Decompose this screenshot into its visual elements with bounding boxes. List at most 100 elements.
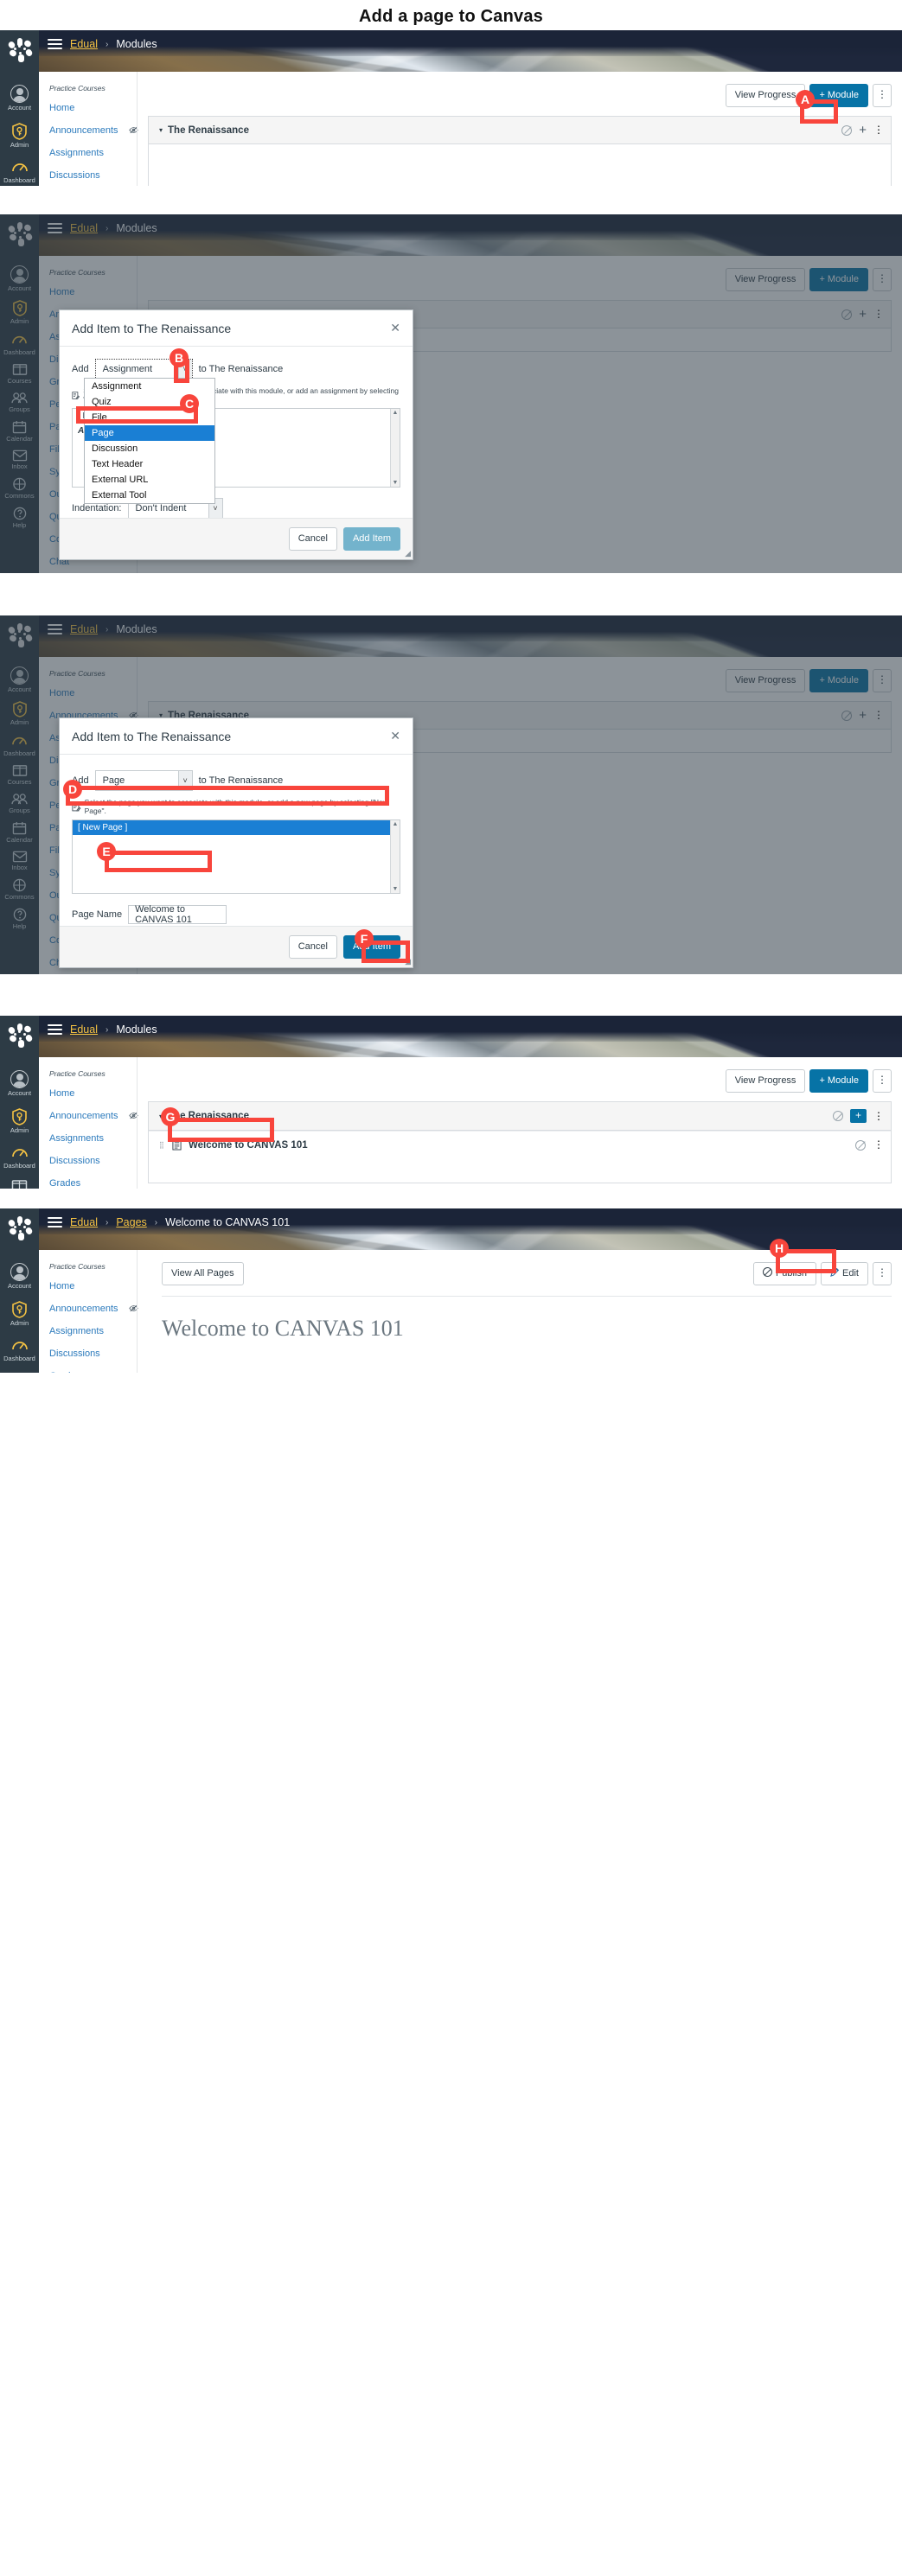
dropdown-option-external-url[interactable]: External URL <box>85 472 214 488</box>
add-module-button[interactable]: + Module <box>809 1069 868 1093</box>
breadcrumb-course-link[interactable]: Edual <box>70 1216 98 1228</box>
modules-kebab-button[interactable]: ⋮ <box>873 1069 892 1093</box>
sidebar-item-grades[interactable]: Grades <box>49 1178 137 1189</box>
cancel-button[interactable]: Cancel <box>288 527 337 551</box>
sidebar-item-assignments[interactable]: Assignments <box>49 1326 137 1336</box>
course-nav-heading: Practice Courses <box>49 1069 106 1078</box>
scroll-up-icon[interactable]: ▲ <box>393 821 399 827</box>
sidebar-item-announcements[interactable]: Announcements <box>49 1111 138 1121</box>
page-name-row-3: Page Name Welcome to CANVAS 101 <box>72 904 400 925</box>
add-module-item-button[interactable]: + <box>850 1109 867 1123</box>
close-icon[interactable]: ✕ <box>390 729 400 743</box>
sidebar-item-grades[interactable]: Grades <box>49 1371 137 1373</box>
resize-handle-icon[interactable]: ◢ <box>405 549 411 558</box>
view-progress-button[interactable]: View Progress <box>725 84 806 107</box>
sidebar-item-discussions[interactable]: Discussions <box>49 1156 137 1166</box>
gnav-admin-4[interactable]: Admin <box>0 1098 39 1135</box>
dropdown-option-assignment[interactable]: Assignment <box>85 379 214 394</box>
course-hero-banner-4: Edual › Modules <box>39 1016 902 1057</box>
dropdown-option-page[interactable]: Page <box>85 425 214 441</box>
view-progress-button[interactable]: View Progress <box>725 1069 806 1093</box>
modal-footer-2: Cancel Add Item ◢ <box>60 518 413 559</box>
sidebar-item-home[interactable]: Home <box>49 103 137 113</box>
module-kebab-button[interactable]: ⋮ <box>873 1111 884 1121</box>
scroll-down-icon[interactable]: ▼ <box>393 886 399 892</box>
cancel-button[interactable]: Cancel <box>288 935 337 959</box>
admin-shield-key-icon <box>12 1108 27 1125</box>
gnav-dashboard-4[interactable]: Dashboard <box>0 1135 39 1170</box>
scroll-down-icon[interactable]: ▼ <box>393 480 399 486</box>
gnav-account-4[interactable]: Account <box>0 1051 39 1098</box>
no-publish-circle-slash-icon[interactable] <box>833 1111 843 1121</box>
gnav-admin-5[interactable]: Admin <box>0 1291 39 1328</box>
gnav-dashboard-5[interactable]: Dashboard <box>0 1328 39 1363</box>
gnav-account-5[interactable]: Account <box>0 1244 39 1291</box>
modal-header-3: Add Item to The Renaissance ✕ <box>60 718 413 755</box>
module-header-1[interactable]: ▾ The Renaissance + ⋮ <box>149 117 891 144</box>
sidebar-item-announcements[interactable]: Announcements <box>49 1304 138 1314</box>
close-icon[interactable]: ✕ <box>390 321 400 335</box>
sidebar-item-label: Announcements <box>49 1111 118 1121</box>
sidebar-item-home[interactable]: Home <box>49 1281 137 1291</box>
breadcrumb-modules: Modules <box>116 1023 157 1036</box>
no-publish-circle-slash-icon[interactable] <box>841 124 853 136</box>
item-kebab-button[interactable]: ⋮ <box>873 1139 884 1150</box>
dropdown-option-discussion[interactable]: Discussion <box>85 441 214 456</box>
add-module-item-button[interactable]: + <box>859 124 867 137</box>
edit-label: Edit <box>842 1268 859 1278</box>
gnav-courses-5[interactable]: Courses <box>0 1363 39 1373</box>
canvas-logo-icon[interactable] <box>6 38 34 62</box>
dropdown-option-external-tool[interactable]: External Tool <box>85 488 214 503</box>
sidebar-item-announcements[interactable]: Announcements <box>49 125 138 136</box>
callout-marker-F: F <box>355 929 374 948</box>
gnav-courses-1[interactable]: Courses <box>0 185 39 186</box>
list-item-new-page[interactable]: [ New Page ] <box>73 820 390 835</box>
sidebar-item-assignments[interactable]: Assignments <box>49 1133 137 1144</box>
breadcrumb-1: Edual › Modules <box>39 30 902 58</box>
admin-shield-key-icon <box>12 1301 27 1318</box>
dropdown-option-text-header[interactable]: Text Header <box>85 456 214 472</box>
account-avatar-icon <box>10 1070 29 1088</box>
page-name-label: Page Name <box>72 909 123 920</box>
page-name-input[interactable]: Welcome to CANVAS 101 <box>128 904 227 925</box>
scroll-up-icon[interactable]: ▲ <box>393 410 399 416</box>
listbox-scrollbar[interactable]: ▲ ▼ <box>390 409 400 487</box>
item-type-value: Assignment <box>102 364 153 374</box>
item-type-value: Page <box>102 775 125 786</box>
account-avatar-icon <box>10 85 29 103</box>
drag-handle-icon[interactable]: ⣿ <box>159 1141 165 1148</box>
modules-kebab-button[interactable]: ⋮ <box>873 84 892 107</box>
hamburger-menu-icon[interactable] <box>48 36 62 52</box>
hamburger-menu-icon[interactable] <box>48 1215 62 1230</box>
course-hero-banner-1: Edual › Modules <box>39 30 902 72</box>
canvas-logo-icon[interactable] <box>6 1023 34 1048</box>
listbox-scrollbar[interactable]: ▲ ▼ <box>390 820 400 893</box>
sidebar-item-home[interactable]: Home <box>49 1088 137 1099</box>
breadcrumb-modules: Modules <box>116 38 157 50</box>
breadcrumb-pages-link[interactable]: Pages <box>116 1216 146 1228</box>
gnav-account-1[interactable]: Account <box>0 66 39 112</box>
gnav-dashboard-1[interactable]: Dashboard <box>0 150 39 185</box>
breadcrumb-separator: › <box>105 1217 109 1227</box>
canvas-logo-icon[interactable] <box>6 1216 34 1240</box>
sidebar-item-discussions[interactable]: Discussions <box>49 170 137 181</box>
courses-book-icon <box>11 1372 28 1373</box>
gnav-courses-4[interactable]: Courses <box>0 1170 39 1189</box>
page-kebab-button[interactable]: ⋮ <box>873 1262 892 1285</box>
add-item-modal-2: Add Item to The Renaissance ✕ Add Assign… <box>59 309 413 560</box>
account-avatar-icon <box>10 1263 29 1281</box>
breadcrumb-course-link[interactable]: Edual <box>70 38 98 50</box>
global-nav-5: Account Admin Dashboard Courses <box>0 1208 39 1373</box>
item-no-publish-icon[interactable] <box>855 1139 866 1151</box>
breadcrumb-course-link[interactable]: Edual <box>70 1023 98 1036</box>
sidebar-item-discussions[interactable]: Discussions <box>49 1349 137 1359</box>
collapse-caret-icon[interactable]: ▾ <box>159 126 163 134</box>
hamburger-menu-icon[interactable] <box>48 1022 62 1037</box>
page-name-value: Welcome to CANVAS 101 <box>135 904 192 925</box>
breadcrumb-5: Edual › Pages › Welcome to CANVAS 101 <box>39 1208 902 1236</box>
gnav-admin-1[interactable]: Admin <box>0 112 39 150</box>
view-all-pages-button[interactable]: View All Pages <box>162 1262 244 1285</box>
module-kebab-button[interactable]: ⋮ <box>873 124 884 135</box>
add-item-button[interactable]: Add Item <box>342 527 400 551</box>
sidebar-item-assignments[interactable]: Assignments <box>49 148 137 158</box>
